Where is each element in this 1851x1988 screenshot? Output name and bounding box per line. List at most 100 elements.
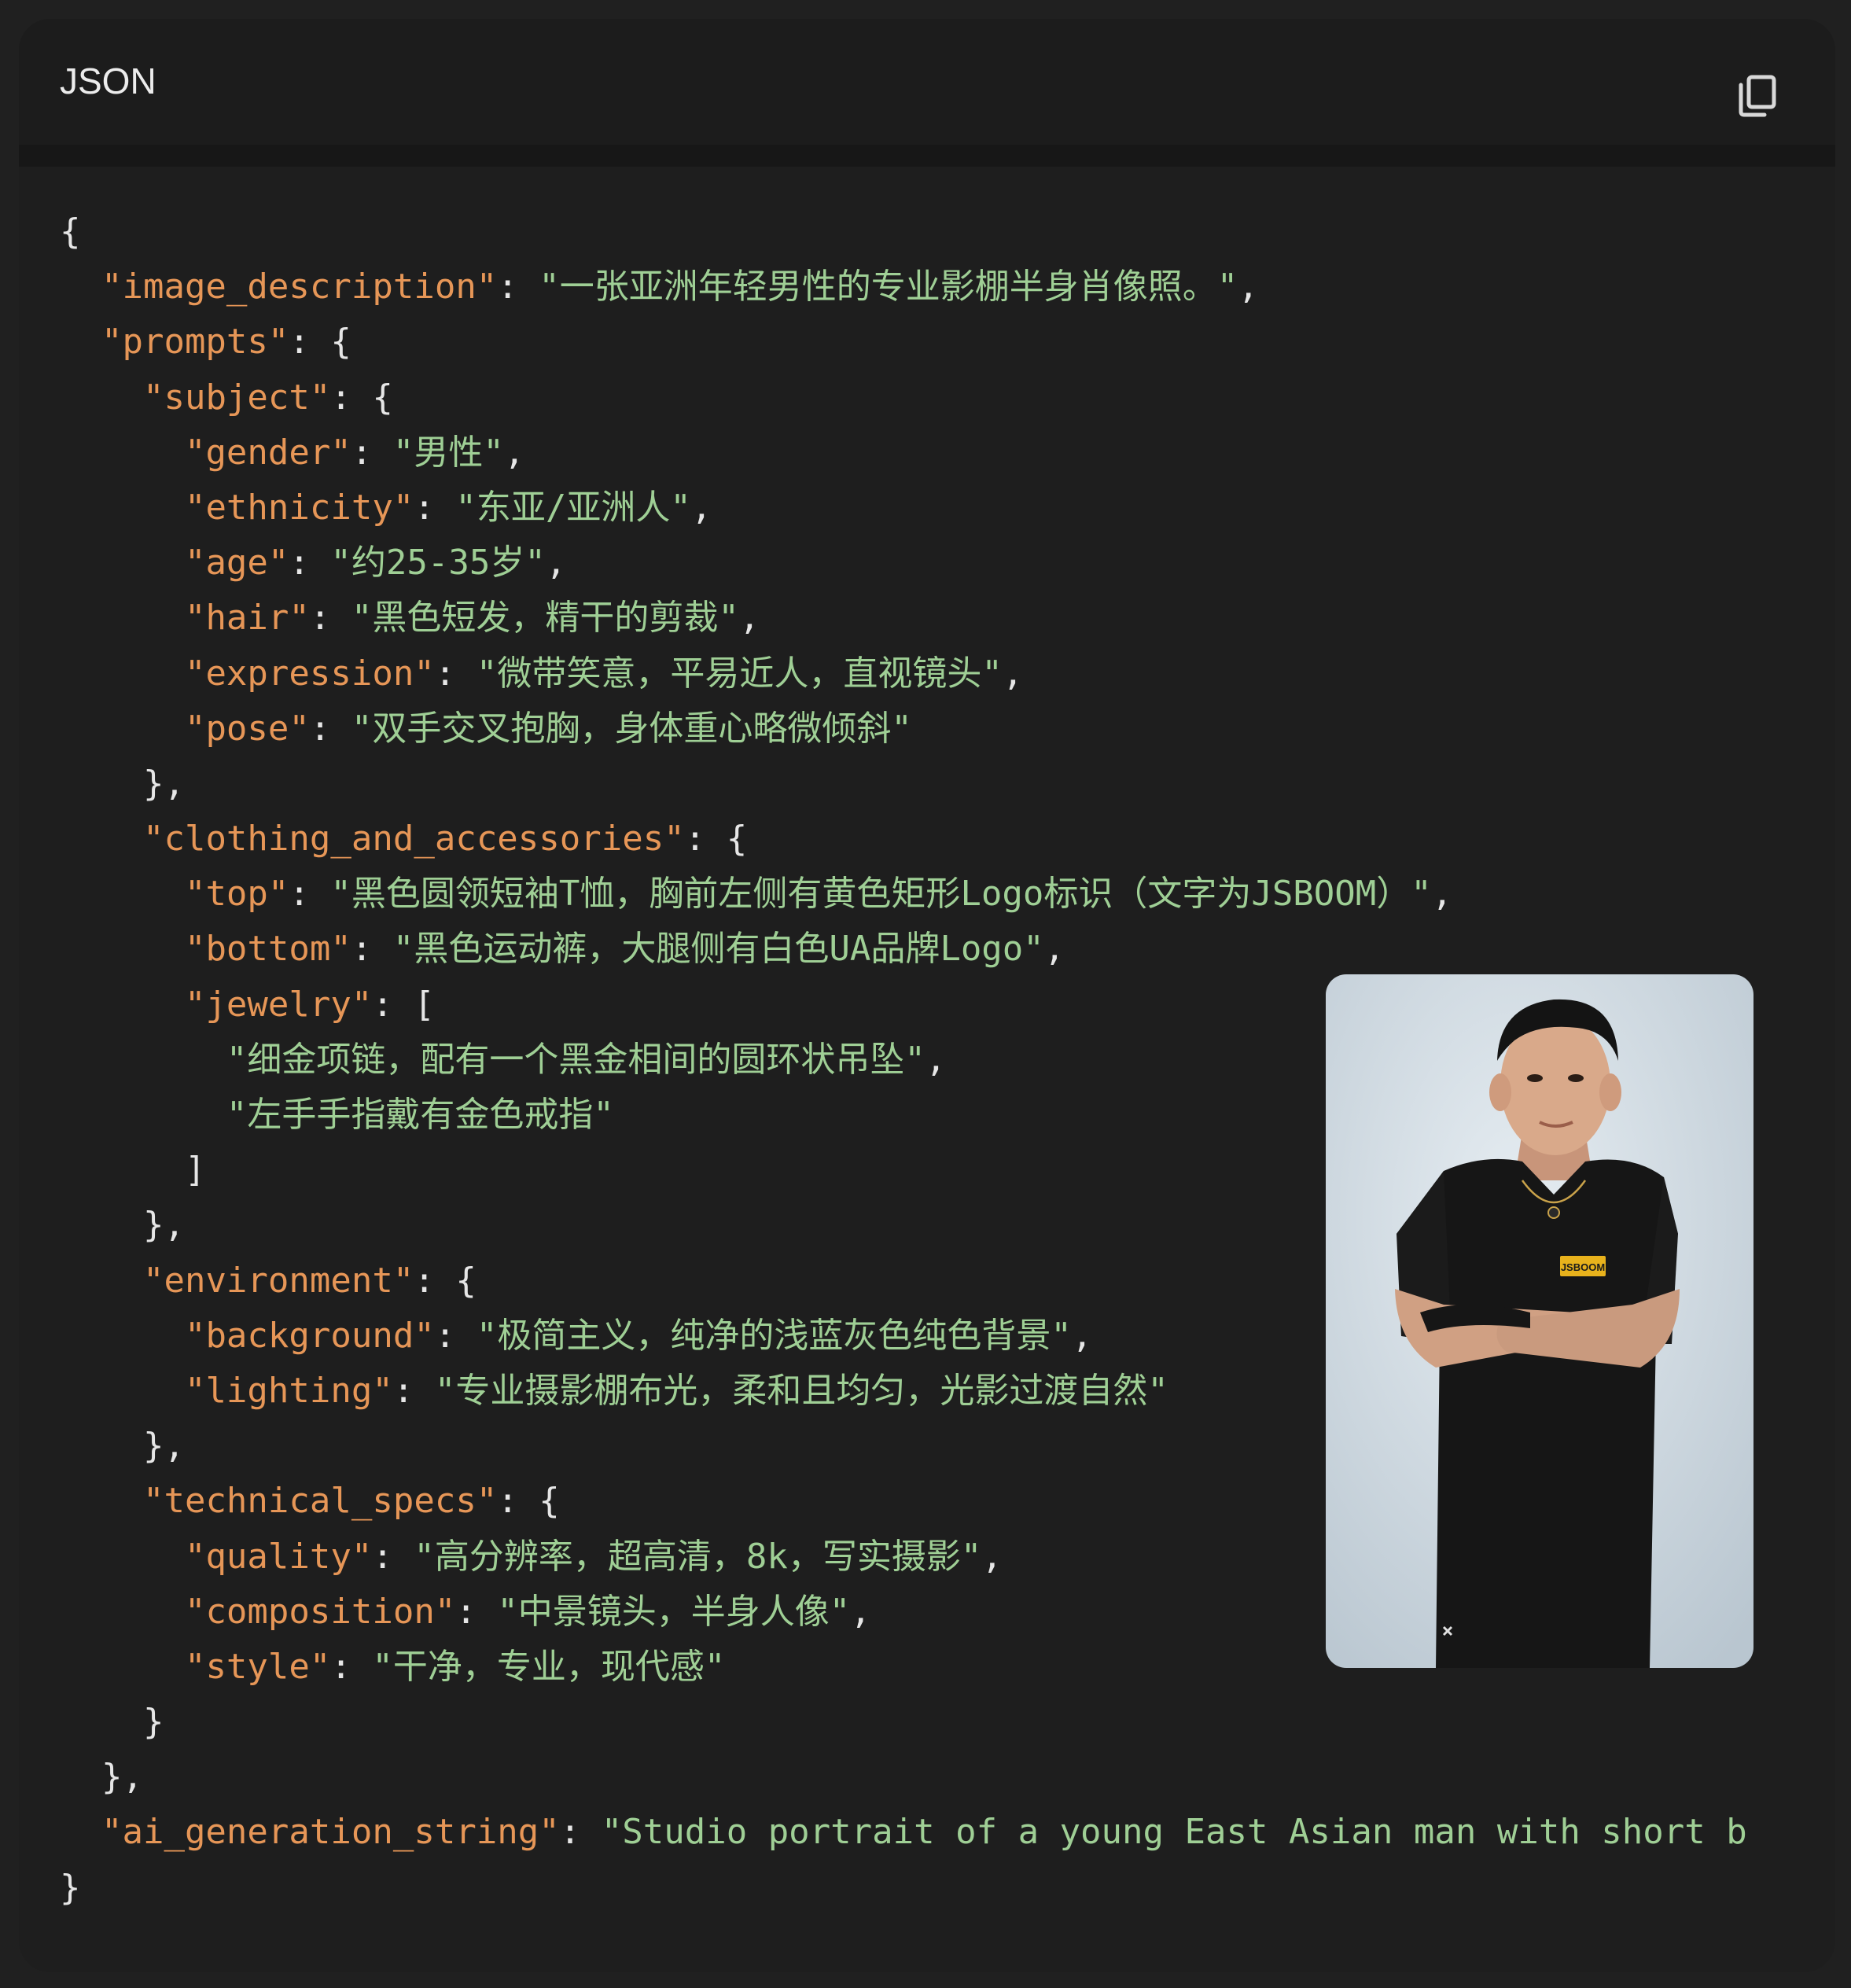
json-punctuation: : (434, 1315, 477, 1356)
json-key: "technical_specs" (142, 1481, 498, 1522)
json-punctuation: : { (497, 1481, 560, 1522)
json-key: "clothing_and_accessories" (142, 819, 685, 860)
json-key: "expression" (184, 653, 435, 694)
json-punctuation: , (1431, 874, 1453, 915)
json-key: "pose" (184, 708, 310, 749)
code-line: "image_description": "一张亚洲年轻男性的专业影棚半身肖像照… (60, 260, 1835, 315)
json-key: "ai_generation_string" (101, 1812, 560, 1853)
json-string: "专业摄影棚布光，柔和且均匀，光影过渡自然" (434, 1370, 1168, 1411)
json-punctuation (60, 1261, 143, 1301)
json-punctuation (60, 488, 185, 528)
json-punctuation (60, 1647, 185, 1687)
json-punctuation: }, (60, 1757, 143, 1798)
code-line: "expression": "微带笑意，平易近人，直视镜头", (60, 646, 1835, 701)
json-punctuation (60, 985, 185, 1025)
json-punctuation (60, 1537, 185, 1577)
json-punctuation (60, 433, 185, 473)
json-key: "background" (184, 1315, 435, 1356)
json-string: "黑色圆领短袖T恤，胸前左侧有黄色矩形Logo标识（文字为JSBOOM）" (330, 874, 1432, 915)
code-line: "ethnicity": "东亚/亚洲人", (60, 480, 1835, 536)
code-line: }, (60, 1750, 1835, 1805)
json-punctuation: : [ (372, 984, 435, 1025)
json-key: "style" (184, 1646, 331, 1687)
code-line: }, (60, 757, 1835, 812)
json-string: "一张亚洲年轻男性的专业影棚半身肖像照。" (539, 267, 1238, 307)
json-key: "age" (184, 543, 289, 584)
json-punctuation: } (60, 1702, 164, 1743)
json-punctuation: , (1002, 653, 1024, 694)
code-block-panel: JSON { "image_description": "一张亚洲年轻男性的专业… (19, 19, 1835, 1972)
json-punctuation: , (1043, 929, 1065, 970)
json-punctuation (60, 267, 101, 307)
json-string: "东亚/亚洲人" (455, 487, 691, 528)
json-string: "微带笑意，平易近人，直视镜头" (476, 653, 1003, 694)
json-punctuation: , (981, 1536, 1003, 1577)
json-punctuation: }, (60, 1205, 185, 1246)
json-punctuation: : (392, 1370, 435, 1411)
json-punctuation (60, 322, 101, 362)
json-punctuation: : (455, 1591, 498, 1632)
json-string: "双手交叉抱胸，身体重心略微倾斜" (351, 708, 912, 749)
json-punctuation: : (330, 1646, 373, 1687)
json-key: "quality" (184, 1536, 373, 1577)
json-punctuation: , (1238, 267, 1259, 307)
json-key: "jewelry" (184, 984, 373, 1025)
json-string: "干净，专业，现代感" (372, 1646, 726, 1687)
json-punctuation (60, 1316, 185, 1356)
header-divider (19, 145, 1835, 167)
json-punctuation: : { (414, 1260, 477, 1301)
json-punctuation: ] (60, 1150, 206, 1191)
json-string: "男性" (392, 432, 504, 473)
portrait-photo: JSBOOM (1326, 974, 1753, 1668)
json-punctuation: : (351, 432, 393, 473)
json-punctuation: }, (60, 763, 185, 804)
json-punctuation: : (309, 598, 351, 639)
json-string: "中景镜头，半身人像" (497, 1591, 851, 1632)
json-punctuation: : (434, 653, 477, 694)
json-punctuation: : (351, 929, 393, 970)
code-line: "hair": "黑色短发，精干的剪裁", (60, 591, 1835, 646)
json-punctuation (60, 543, 185, 583)
json-punctuation: }, (60, 1426, 185, 1467)
json-punctuation: , (545, 543, 567, 584)
json-punctuation (60, 1592, 185, 1632)
json-string: "极简主义，纯净的浅蓝灰色纯色背景" (476, 1315, 1072, 1356)
copy-button[interactable] (1728, 66, 1785, 123)
code-block-header: JSON (19, 19, 1835, 145)
copy-icon (1739, 75, 1776, 117)
json-string: "约25-35岁" (330, 543, 546, 584)
code-line: "age": "约25-35岁", (60, 536, 1835, 591)
code-line: "prompts": { (60, 315, 1835, 370)
json-punctuation: : (559, 1812, 602, 1853)
json-punctuation: : { (330, 377, 393, 418)
json-punctuation: : (289, 543, 331, 584)
json-punctuation: , (503, 432, 525, 473)
json-key: "bottom" (184, 929, 351, 970)
json-punctuation (60, 1095, 226, 1135)
json-key: "lighting" (184, 1370, 393, 1411)
json-key: "subject" (142, 377, 331, 418)
json-punctuation: : { (684, 819, 748, 860)
code-line: "ai_generation_string": "Studio portrait… (60, 1805, 1835, 1860)
json-punctuation: , (925, 1039, 947, 1080)
json-key: "hair" (184, 598, 310, 639)
json-key: "ethnicity" (184, 487, 414, 528)
json-punctuation: : (309, 708, 351, 749)
json-punctuation: } (60, 1867, 81, 1908)
code-line: "pose": "双手交叉抱胸，身体重心略微倾斜" (60, 701, 1835, 757)
json-punctuation (60, 377, 143, 418)
json-punctuation (60, 819, 143, 859)
json-string: "高分辨率，超高清，8k，写实摄影" (414, 1536, 982, 1577)
json-punctuation: : (497, 267, 539, 307)
json-string: "黑色运动裤，大腿侧有白色UA品牌Logo" (392, 929, 1044, 970)
json-string: "黑色短发，精干的剪裁" (351, 598, 739, 639)
code-line: } (60, 1861, 1835, 1916)
code-line: "subject": { (60, 370, 1835, 425)
json-punctuation: , (850, 1591, 871, 1632)
json-punctuation: , (690, 487, 712, 528)
language-label: JSON (60, 61, 156, 101)
json-punctuation (60, 1371, 185, 1411)
json-punctuation (60, 653, 185, 694)
json-key: "gender" (184, 432, 351, 473)
json-punctuation (60, 1040, 226, 1080)
